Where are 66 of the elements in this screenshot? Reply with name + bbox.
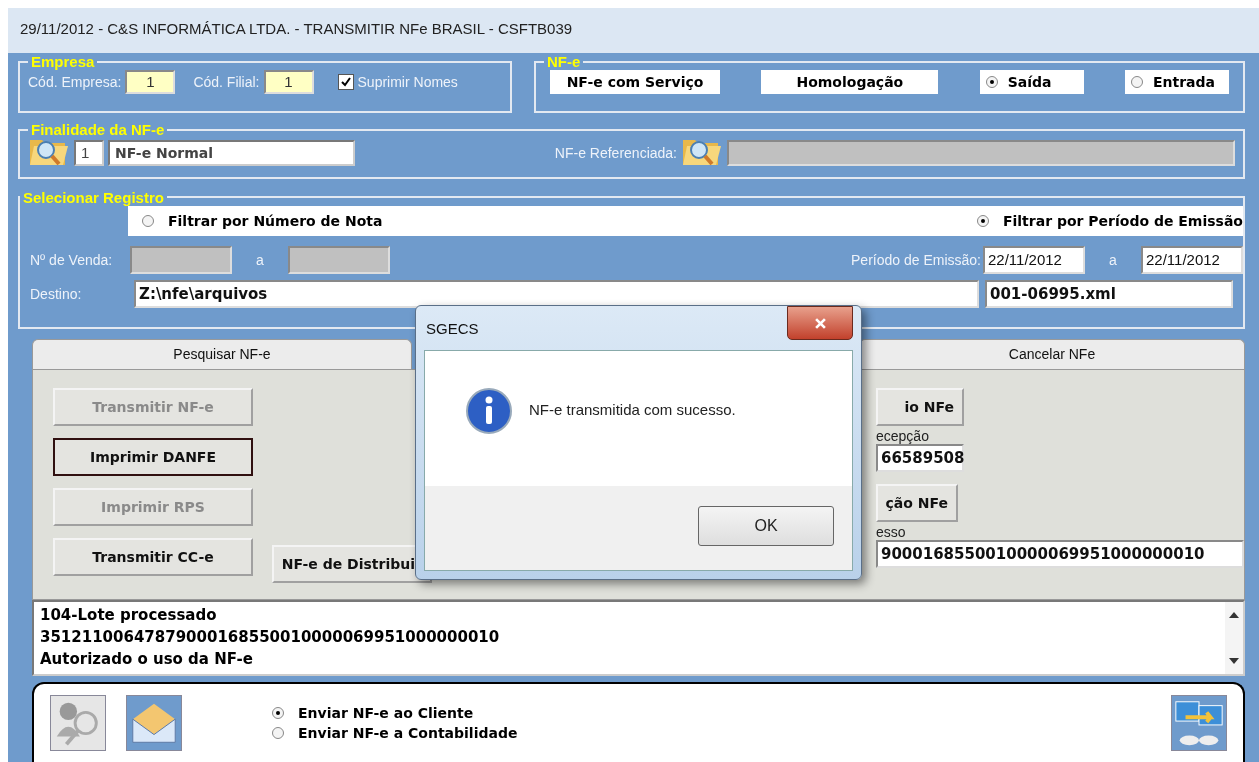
access-key-field[interactable]: 9000168550010000069951000000010 [876, 539, 1244, 568]
action-button[interactable]: io NFe [876, 387, 964, 426]
radio-button[interactable] [142, 214, 154, 227]
radio-button[interactable] [272, 707, 284, 720]
field-label: esso [876, 523, 906, 540]
field-label: Período de Emissão: [851, 251, 981, 268]
scroll-up-icon[interactable] [1229, 612, 1239, 619]
radio-option[interactable]: Filtrar por Número de Nota [142, 212, 383, 229]
field-label: NF-e Referenciada: [554, 145, 677, 161]
input-field[interactable]: 1 [125, 70, 176, 94]
date-field[interactable]: 22/11/2012 [983, 245, 1085, 274]
scrollbar[interactable] [1225, 602, 1243, 675]
description-field[interactable]: NF-e Normal [108, 140, 355, 166]
log-line: Autorizado o uso da NF-e [40, 649, 254, 671]
radio-option[interactable]: Enviar NF-e a Contabilidade [272, 725, 518, 742]
network-computers-icon[interactable] [1171, 695, 1227, 752]
log-line: 35121100647879000168550010000069951000000010 [40, 627, 501, 649]
envelope-icon[interactable] [126, 695, 182, 752]
user-search-icon[interactable] [50, 695, 106, 752]
filename-field[interactable]: 001-06995.xml [985, 279, 1233, 308]
radio-option[interactable]: Enviar NF-e ao Cliente [272, 705, 518, 722]
field-label: Nº de Venda: [30, 251, 114, 268]
type-display: NF-e com Serviço [550, 70, 720, 94]
group-legend: Empresa [28, 53, 98, 70]
checkbox[interactable] [337, 74, 354, 90]
scroll-down-icon[interactable] [1229, 658, 1239, 665]
action-button[interactable]: Transmitir CC-e [53, 537, 253, 576]
dialog-title: SGECS [426, 319, 479, 337]
checkbox-label: Suprimir Nomes [357, 74, 458, 90]
action-button[interactable]: Imprimir DANFE [53, 437, 253, 476]
radio-button[interactable] [1131, 76, 1143, 88]
field-label: Cód. Filial: [193, 74, 260, 90]
window-title: 29/11/2012 - C&S INFORMÁTICA LTDA. - TRANSMITIR NFe BRASIL - CSFTB039 [20, 20, 573, 37]
input-field[interactable] [727, 140, 1235, 166]
date-field[interactable]: 22/11/2012 [1141, 245, 1243, 274]
close-button[interactable] [787, 306, 853, 340]
radio-button[interactable] [985, 76, 998, 88]
field-label: a [255, 251, 265, 268]
tab[interactable]: Pesquisar NF-e [32, 338, 412, 369]
radio-option[interactable]: Saída [979, 70, 1084, 94]
info-icon [465, 387, 513, 435]
tab[interactable]: Cancelar NFe [859, 338, 1245, 369]
input-field[interactable]: 1 [263, 70, 314, 94]
field-label: a [1108, 251, 1118, 268]
field-label: Destino: [30, 285, 83, 302]
ok-button[interactable]: OK [698, 506, 834, 546]
action-button[interactable]: ção NFe [876, 483, 958, 522]
field-label: ecepção [876, 427, 929, 444]
radio-option[interactable]: Entrada [1125, 70, 1229, 94]
receipt-field[interactable]: 66589508 [876, 443, 964, 472]
field-label: Cód. Empresa: [28, 74, 122, 90]
close-icon [814, 317, 826, 329]
dialog-message: NF-e transmitida com sucesso. [529, 401, 736, 418]
environment-display: Homologação [761, 70, 939, 94]
code-field[interactable]: 1 [74, 140, 104, 166]
group-legend: Selecionar Registro [20, 188, 167, 206]
group-legend: Finalidade da NF-e [28, 121, 168, 138]
action-button[interactable]: NF-e de Distribui [271, 545, 432, 584]
radio-option[interactable]: Filtrar por Período de Emissão [976, 212, 1243, 229]
radio-button[interactable] [272, 727, 284, 740]
input-field[interactable] [130, 245, 232, 274]
group-legend: NF-e [544, 53, 584, 70]
path-field[interactable]: Z:\nfe\arquivos [134, 279, 979, 308]
radio-button[interactable] [976, 214, 989, 227]
log-line: 104-Lote processado [40, 605, 218, 627]
input-field[interactable] [288, 245, 390, 274]
